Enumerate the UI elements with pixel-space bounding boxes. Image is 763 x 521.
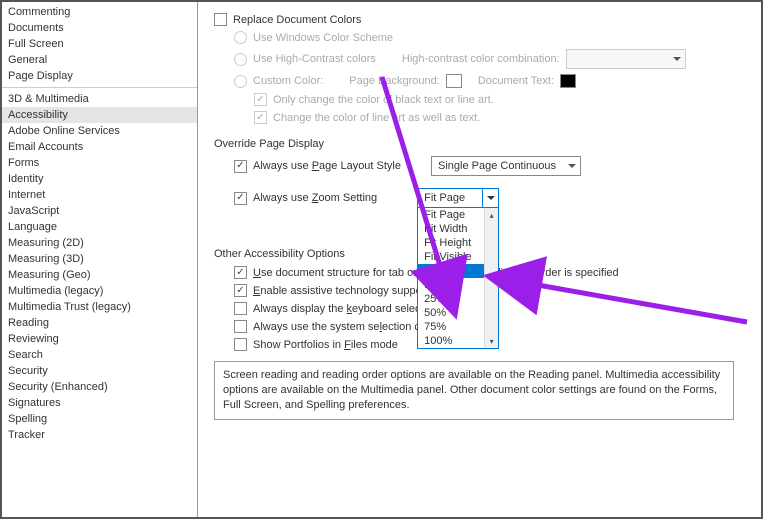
sidebar-item[interactable]: General: [2, 52, 197, 68]
doc-text-label: Document Text:: [478, 75, 554, 87]
sidebar-item[interactable]: Identity: [2, 171, 197, 187]
only-black-checkbox: [254, 93, 267, 106]
sidebar-item[interactable]: Multimedia Trust (legacy): [2, 299, 197, 315]
always-zoom-checkbox[interactable]: [234, 192, 247, 205]
sidebar-item[interactable]: Measuring (2D): [2, 235, 197, 251]
sidebar-item[interactable]: Measuring (3D): [2, 251, 197, 267]
change-lineart-checkbox: [254, 111, 267, 124]
sidebar-item[interactable]: Multimedia (legacy): [2, 283, 197, 299]
sidebar-item[interactable]: Adobe Online Services: [2, 123, 197, 139]
sidebar-item[interactable]: Tracker: [2, 427, 197, 443]
sidebar-item[interactable]: Reviewing: [2, 331, 197, 347]
hc-combo-label: High-contrast color combination:: [402, 53, 560, 65]
sidebar-item[interactable]: Forms: [2, 155, 197, 171]
sidebar-item[interactable]: Measuring (Geo): [2, 267, 197, 283]
zoom-combo-wrap: Fit Page Fit PageFit WidthFit HeightFit …: [417, 188, 499, 208]
portfolios-files-label: Show Portfolios in Files mode: [253, 339, 398, 351]
doc-text-swatch: [560, 74, 576, 88]
custom-color-radio: [234, 75, 247, 88]
preferences-content: Replace Document Colors Use Windows Colo…: [198, 2, 761, 517]
custom-color-label: Custom Color:: [253, 75, 323, 87]
zoom-combo-value: Fit Page: [424, 192, 465, 204]
page-layout-combo[interactable]: Single Page Continuous: [431, 156, 581, 176]
chevron-down-icon: [568, 164, 576, 168]
assistive-tech-label: Enable assistive technology support: [253, 285, 429, 297]
page-layout-combo-value: Single Page Continuous: [438, 160, 556, 172]
replace-document-colors-checkbox[interactable]: [214, 13, 227, 26]
override-section-title: Override Page Display: [214, 138, 745, 150]
change-lineart-label: Change the color of line art as well as …: [273, 112, 480, 124]
page-bg-swatch: [446, 74, 462, 88]
preferences-category-list[interactable]: CommentingDocumentsFull ScreenGeneralPag…: [2, 2, 198, 517]
sidebar-item[interactable]: Security (Enhanced): [2, 379, 197, 395]
page-bg-label: Page Background:: [349, 75, 440, 87]
always-page-layout-label: Always use Page Layout Style: [253, 160, 401, 172]
sidebar-item[interactable]: Full Screen: [2, 36, 197, 52]
sidebar-item[interactable]: Reading: [2, 315, 197, 331]
sidebar-item[interactable]: Spelling: [2, 411, 197, 427]
sidebar-item[interactable]: Search: [2, 347, 197, 363]
zoom-dropdown-list[interactable]: Fit PageFit WidthFit HeightFit VisibleRe…: [417, 207, 499, 349]
sidebar-item[interactable]: Page Display: [2, 68, 197, 84]
system-selection-label: Always use the system selection color: [253, 321, 438, 333]
sidebar-item[interactable]: Accessibility: [2, 107, 197, 123]
high-contrast-radio: [234, 53, 247, 66]
sidebar-item[interactable]: JavaScript: [2, 203, 197, 219]
dropdown-scrollbar[interactable]: ▴ ▾: [484, 208, 498, 348]
assistive-tech-checkbox[interactable]: [234, 284, 247, 297]
scroll-up-icon[interactable]: ▴: [485, 208, 498, 222]
sidebar-item[interactable]: Commenting: [2, 4, 197, 20]
sidebar-item[interactable]: Security: [2, 363, 197, 379]
replace-document-colors-label: Replace Document Colors: [233, 14, 361, 26]
only-black-label: Only change the color of black text or l…: [273, 94, 494, 106]
hc-combo: [566, 49, 686, 69]
windows-color-scheme-radio: [234, 31, 247, 44]
chevron-down-icon[interactable]: [482, 189, 498, 207]
keyboard-cursor-checkbox[interactable]: [234, 302, 247, 315]
sidebar-item[interactable]: Email Accounts: [2, 139, 197, 155]
sidebar-item[interactable]: Documents: [2, 20, 197, 36]
system-selection-checkbox[interactable]: [234, 320, 247, 333]
sidebar-item[interactable]: 3D & Multimedia: [2, 91, 197, 107]
sidebar-item[interactable]: Language: [2, 219, 197, 235]
always-page-layout-checkbox[interactable]: [234, 160, 247, 173]
scroll-down-icon[interactable]: ▾: [485, 334, 498, 348]
always-zoom-label: Always use Zoom Setting: [253, 192, 377, 204]
zoom-combo[interactable]: Fit Page: [417, 188, 499, 208]
doc-structure-tab-checkbox[interactable]: [234, 266, 247, 279]
sidebar-item[interactable]: Signatures: [2, 395, 197, 411]
portfolios-files-checkbox[interactable]: [234, 338, 247, 351]
sidebar-item[interactable]: Internet: [2, 187, 197, 203]
info-note: Screen reading and reading order options…: [214, 361, 734, 420]
high-contrast-label: Use High-Contrast colors: [253, 53, 376, 65]
windows-color-scheme-label: Use Windows Color Scheme: [253, 32, 393, 44]
